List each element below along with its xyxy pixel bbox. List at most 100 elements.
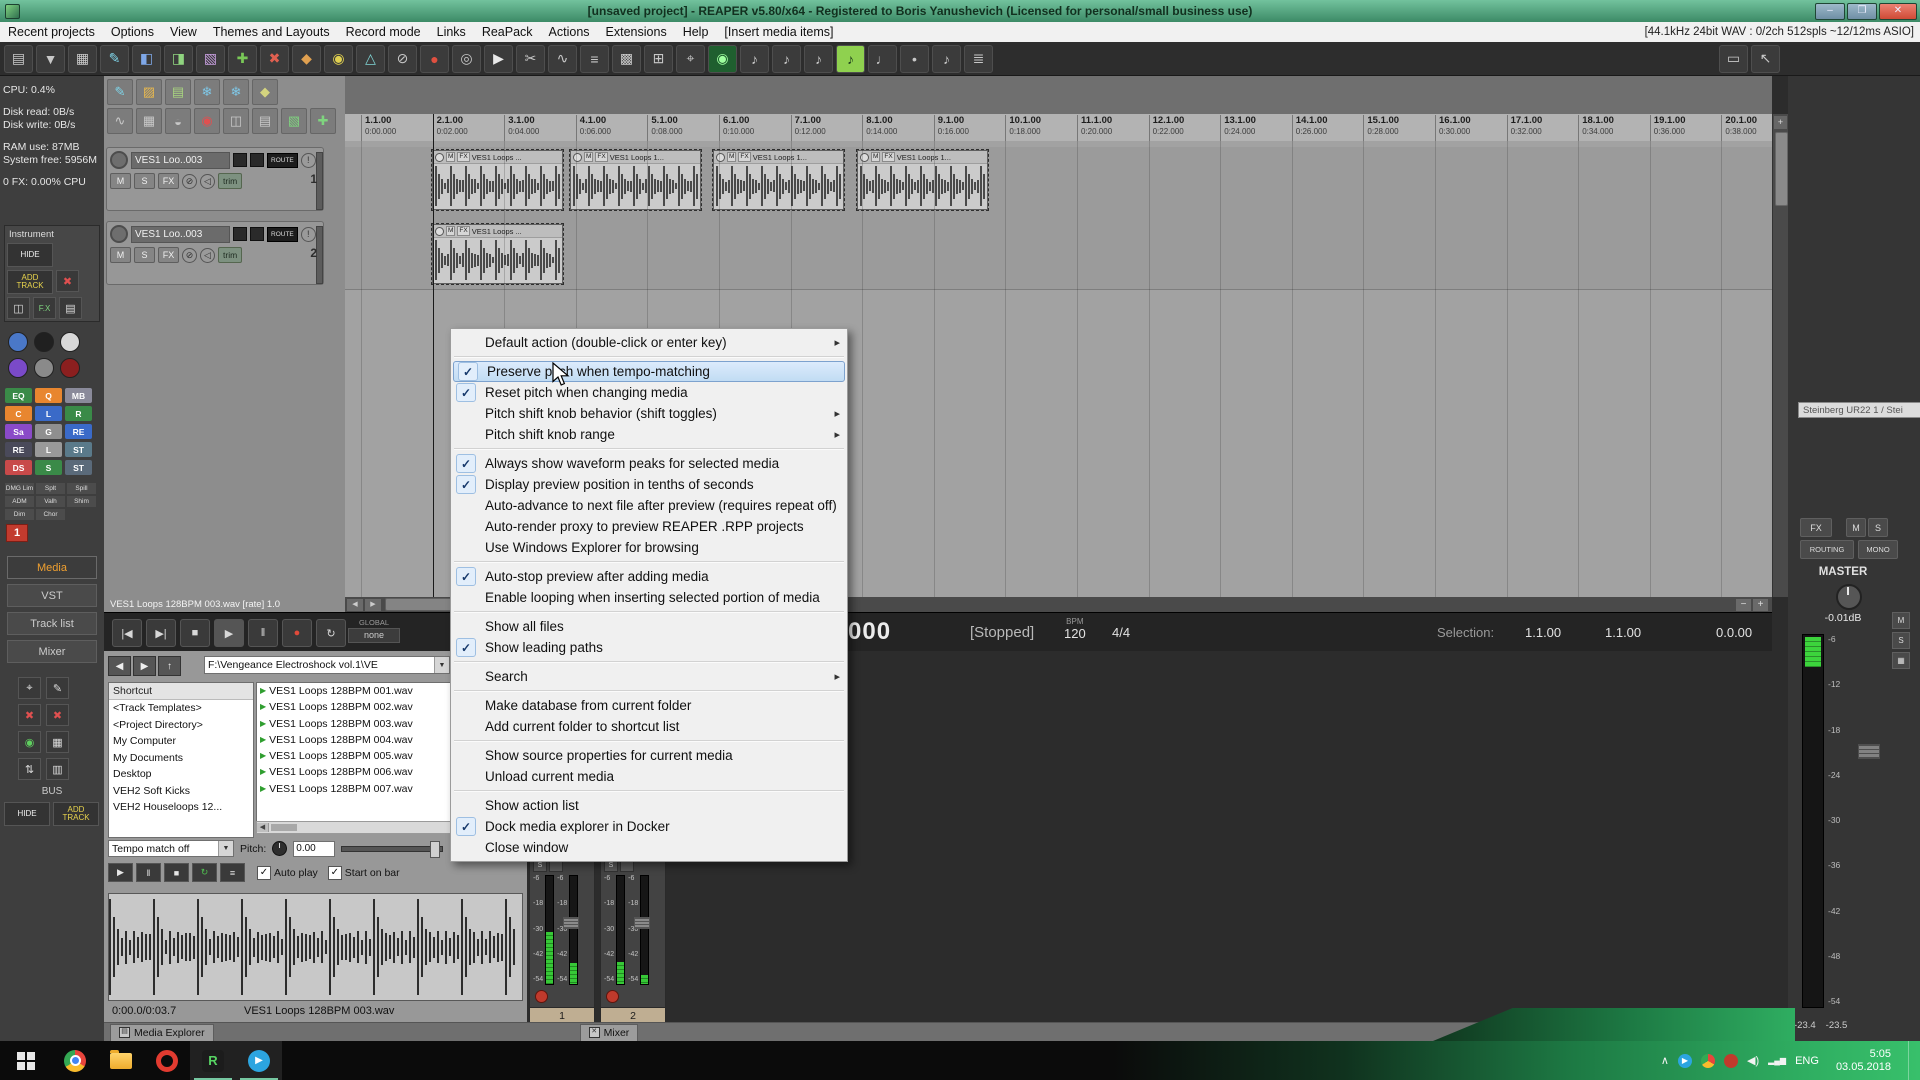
ruler-measure[interactable]: 19.1.000:36.000 (1650, 115, 1686, 141)
selection-start[interactable]: 1.1.00 (1525, 625, 1561, 640)
path-combobox[interactable]: F:\Vengeance Electroshock vol.1\VE ▼ (204, 656, 450, 674)
forward-button[interactable]: ▶ (133, 656, 156, 676)
track-lane-2[interactable]: MFXVES1 Loops ... (345, 221, 1772, 290)
master-fader-grip[interactable] (1858, 744, 1880, 759)
tape-circle-icon[interactable] (34, 332, 54, 352)
rows-icon[interactable]: ▤ (252, 108, 278, 134)
menu-record-mode[interactable]: Record mode (338, 23, 429, 41)
ruler-measure[interactable]: 5.1.000:08.000 (647, 115, 682, 141)
ruler-measure[interactable]: 2.1.000:02.000 (433, 115, 468, 141)
plugin-mini-tile[interactable]: Dim (5, 509, 34, 520)
channel-fader-grip[interactable] (563, 917, 579, 929)
media-item[interactable]: MFXVES1 Loops 1... (857, 150, 988, 210)
mixer-channel-2[interactable]: S-6-18-30-42-54-6-18-30-42-542 (600, 857, 666, 1024)
menu-item-pitch-shift-knob-range[interactable]: Pitch shift knob range▸ (452, 424, 846, 445)
automation-widget[interactable]: GLOBAL none (348, 618, 400, 643)
chrome-tray-icon[interactable] (1701, 1054, 1715, 1068)
item-lock-icon[interactable] (435, 153, 444, 162)
sidebar-tab-vst[interactable]: VST (7, 584, 97, 607)
fx-button[interactable]: FX (158, 173, 179, 189)
pencil-icon[interactable]: ✎ (46, 677, 69, 699)
plugin-tile-re[interactable]: RE (65, 424, 92, 439)
menu-item-make-database-from-current-folder[interactable]: Make database from current folder (452, 695, 846, 716)
panel-icon[interactable]: ◫ (7, 297, 30, 319)
master-solo-mini-button[interactable]: S (1892, 632, 1910, 649)
item-left-icon[interactable]: ◧ (132, 45, 161, 73)
shortcut-item[interactable]: VEH2 Houseloops 12... (109, 799, 253, 816)
mute-button[interactable]: M (110, 173, 131, 189)
preview-pause-button[interactable]: ‖ (136, 863, 161, 882)
menu-extensions[interactable]: Extensions (598, 23, 675, 41)
fx-button[interactable]: FX (158, 247, 179, 263)
paint-icon[interactable]: ▨ (136, 79, 162, 105)
telegram-tray-icon[interactable]: ▶ (1678, 1054, 1692, 1068)
taskbar-telegram-button[interactable]: ▶ (236, 1041, 282, 1080)
magnifier-icon[interactable]: ⌖ (18, 677, 41, 699)
env-button[interactable] (250, 227, 264, 241)
go-to-start-button[interactable]: |◀ (112, 619, 142, 647)
close-red-icon[interactable]: ✖ (18, 704, 41, 726)
tab-media-explorer[interactable]: ▤ Media Explorer (110, 1024, 214, 1042)
plugin-mini-tile[interactable]: Valh (36, 496, 65, 507)
track-name[interactable]: VES1 Loo..003 (131, 152, 230, 169)
menu-themes-and-layouts[interactable]: Themes and Layouts (205, 23, 338, 41)
item-fx-button[interactable]: FX (457, 226, 469, 236)
close-icon[interactable]: ✖ (56, 270, 79, 292)
preview-waveform[interactable] (108, 893, 523, 1001)
hatch-icon[interactable]: ▧ (196, 45, 225, 73)
ruler-measure[interactable]: 14.1.000:26.000 (1292, 115, 1328, 141)
menu-actions[interactable]: Actions (541, 23, 598, 41)
menu-item-always-show-waveform-peaks-for-selected-[interactable]: ✓Always show waveform peaks for selected… (452, 453, 846, 474)
menu-item-use-windows-explorer-for-browsing[interactable]: Use Windows Explorer for browsing (452, 537, 846, 558)
master-solo-button[interactable]: S (1868, 518, 1888, 537)
channel-meter-column[interactable]: -6-18-30-42-54 (533, 875, 554, 985)
marker-icon[interactable]: ◆ (292, 45, 321, 73)
taskbar-chrome-button[interactable] (52, 1041, 98, 1080)
channel-record-arm-button[interactable] (606, 990, 619, 1003)
plugin-tile-eq[interactable]: EQ (5, 388, 32, 403)
volume-slider[interactable] (341, 846, 443, 852)
item-fx-button[interactable]: FX (595, 152, 607, 162)
menu-item-dock-media-explorer-in-docker[interactable]: ✓Dock media explorer in Docker (452, 816, 846, 837)
menu-item-default-action-double-click-or-enter-key[interactable]: Default action (double-click or enter ke… (452, 332, 846, 353)
menu-item-show-all-files[interactable]: Show all files (452, 616, 846, 637)
grid-settings-icon[interactable]: ▩ (612, 45, 641, 73)
note-half-icon[interactable]: ♪ (804, 45, 833, 73)
go-to-end-button[interactable]: ▶| (146, 619, 176, 647)
vertical-scrollbar[interactable]: + (1772, 114, 1789, 597)
selection-length[interactable]: 0.0.00 (1716, 625, 1752, 640)
master-mute-mini-button[interactable]: M (1892, 612, 1910, 629)
scroll-left-button[interactable]: ◀ (347, 599, 363, 611)
track-header-1[interactable]: VES1 Loo..003 ROUTE ! M S FX ⊘ ◁ trim 1 (106, 147, 324, 211)
network-icon[interactable]: ▂▄▆ (1768, 1056, 1786, 1065)
ruler-measure[interactable]: 3.1.000:04.000 (504, 115, 539, 141)
menu-recent-projects[interactable]: Recent projects (0, 23, 103, 41)
sidebar-tab-track-list[interactable]: Track list (7, 612, 97, 635)
master-routing-button[interactable]: ROUTING (1800, 540, 1854, 559)
plugin-mini-tile[interactable]: Shim (67, 496, 96, 507)
item-fx-button[interactable]: FX (882, 152, 894, 162)
screen-layout-icon[interactable]: ▭ (1719, 45, 1748, 73)
shortcut-item[interactable]: <Project Directory> (109, 717, 253, 734)
preset-one-tile[interactable]: 1 (6, 524, 28, 542)
channel-fader-column[interactable]: -6-18-30-42-54 (628, 875, 649, 985)
trim-button[interactable]: trim (218, 173, 242, 189)
snap-icon[interactable]: △ (356, 45, 385, 73)
cut-tool-icon[interactable]: ✂ (516, 45, 545, 73)
item-fx-button[interactable]: FX (457, 152, 469, 162)
diamond-icon[interactable]: ◆ (252, 79, 278, 105)
play-position-readout[interactable]: 000 (848, 618, 891, 646)
scroll-left-button[interactable]: ◀ (257, 823, 269, 832)
solo-button[interactable]: S (134, 173, 155, 189)
hide-tracks-button-2[interactable]: HIDE (4, 802, 50, 826)
menu-view[interactable]: View (162, 23, 205, 41)
plugin-tile-ds[interactable]: DS (5, 460, 32, 475)
updown-icon[interactable]: ⇅ (18, 758, 41, 780)
menu-item-display-preview-position-in-tenths-of-se[interactable]: ✓Display preview position in tenths of s… (452, 474, 846, 495)
shortcut-item[interactable]: VEH2 Soft Kicks (109, 783, 253, 800)
menu-item-show-leading-paths[interactable]: ✓Show leading paths (452, 637, 846, 658)
mute-button[interactable]: M (110, 247, 131, 263)
ruler-measure[interactable]: 12.1.000:22.000 (1149, 115, 1185, 141)
freeze2-icon[interactable]: ❄ (223, 79, 249, 105)
ruler-measure[interactable]: 17.1.000:32.000 (1507, 115, 1543, 141)
